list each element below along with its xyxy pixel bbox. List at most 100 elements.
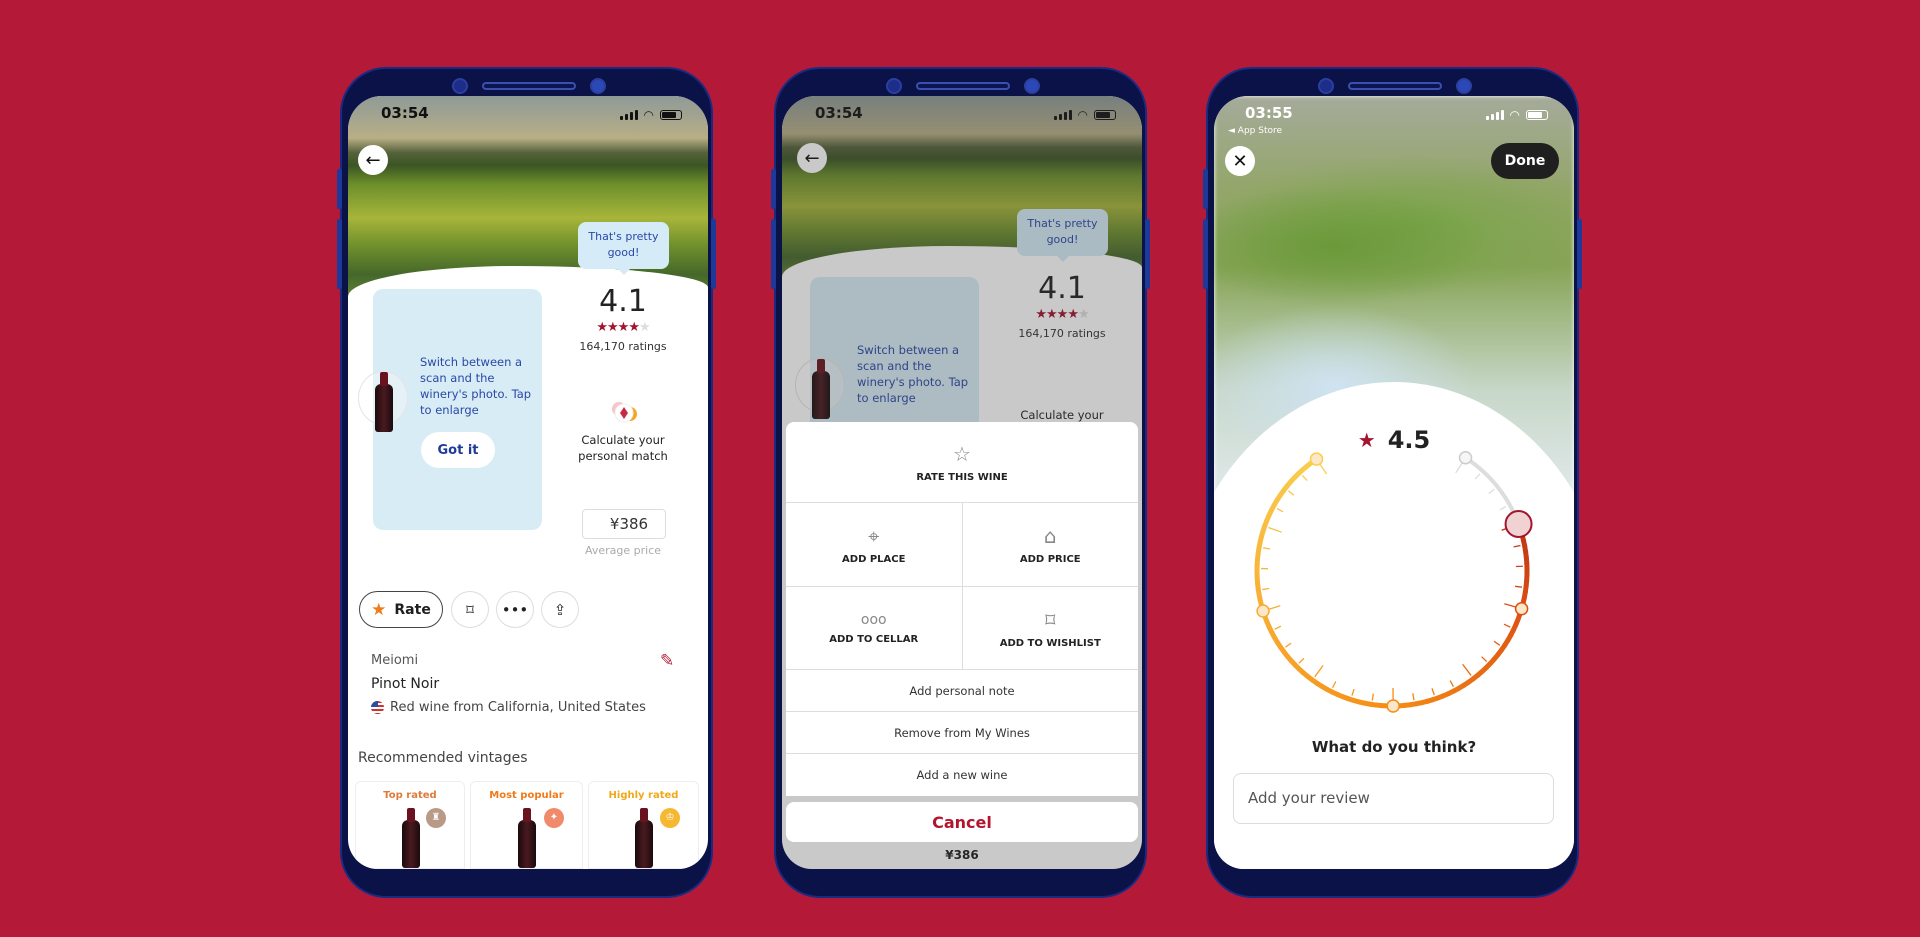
- option-label: ADD PLACE: [842, 554, 906, 565]
- option-label: ADD TO CELLAR: [829, 633, 919, 645]
- dial-tick: [1262, 587, 1270, 591]
- vineyard-hero-image[interactable]: [348, 96, 708, 306]
- share-button[interactable]: ⇪: [541, 591, 579, 628]
- dial-tick: [1287, 490, 1295, 496]
- bottle-image: [402, 808, 420, 868]
- popular-icon: ✦: [544, 808, 564, 828]
- dial-step-knob: [1514, 602, 1529, 616]
- more-icon: •••: [501, 600, 529, 619]
- signal-icon: [619, 110, 638, 120]
- price-tag: ¥386: [582, 509, 666, 539]
- remove-from-my-wines-option[interactable]: Remove from My Wines: [786, 712, 1138, 754]
- bottle-image: [375, 372, 393, 432]
- dial-tick: [1371, 693, 1374, 701]
- dial-tick: [1298, 657, 1305, 664]
- rate-this-wine-option[interactable]: ☆ RATE THIS WINE: [786, 422, 1138, 502]
- battery-icon: [660, 110, 682, 120]
- dial-tick: [1314, 665, 1324, 678]
- screen: 03:54 ◠ ← That's pretty good! 4.1 ★★★★★ …: [348, 96, 708, 869]
- rating-value: 4.5: [1387, 426, 1431, 454]
- option-label: RATE THIS WINE: [916, 471, 1008, 483]
- wine-bottle-thumbnail[interactable]: [358, 371, 408, 432]
- vintage-card-highly-rated[interactable]: Highly rated ♔: [588, 781, 699, 869]
- vintage-card-top-rated[interactable]: Top rated ♜: [355, 781, 465, 869]
- review-input[interactable]: Add your review: [1233, 773, 1554, 824]
- average-rating: 4.1: [599, 284, 647, 319]
- vintage-label: Top rated: [383, 790, 437, 801]
- phone-action-sheet: 03:54 ◠ ← That's pretty good! 4.1 ★★★★★ …: [771, 67, 1150, 898]
- wishlist-button[interactable]: ⌑: [451, 591, 489, 628]
- more-button[interactable]: •••: [496, 591, 534, 628]
- camera-icon: [452, 78, 468, 94]
- dial-tick: [1274, 625, 1282, 630]
- dial-tick: [1499, 505, 1507, 511]
- dial-step-knob: [1386, 699, 1400, 713]
- rating-tooltip: That's pretty good!: [578, 222, 669, 275]
- winery-name[interactable]: Meiomi: [371, 653, 418, 668]
- screen: 03:55 ◄ App Store ◠ ✕ Done ★ 4.5 What do …: [1214, 96, 1574, 869]
- star-icon: ★: [371, 599, 387, 620]
- dial-tick: [1276, 507, 1284, 513]
- sensor-icon: [1456, 78, 1472, 94]
- add-to-wishlist-option[interactable]: ⌑ ADD TO WISHLIST: [961, 587, 1139, 669]
- vintage-card-most-popular[interactable]: Most popular ✦: [470, 781, 583, 869]
- add-to-cellar-option[interactable]: ooo ADD TO CELLAR: [786, 587, 962, 669]
- ratings-count: 164,170 ratings: [579, 340, 667, 353]
- edit-pencil-icon[interactable]: ✎: [660, 651, 674, 671]
- add-personal-note-option[interactable]: Add personal note: [786, 670, 1138, 712]
- dial-tick: [1431, 688, 1435, 696]
- price-label: Average price: [584, 544, 662, 557]
- wifi-icon: ◠: [643, 108, 654, 122]
- screen: 03:54 ◠ ← That's pretty good! 4.1 ★★★★★ …: [782, 96, 1142, 869]
- cellar-icon: ooo: [860, 611, 887, 628]
- add-price-option[interactable]: ⌂ ADD PRICE: [961, 503, 1139, 586]
- dial-tick: [1481, 656, 1488, 663]
- bookmark-icon: ⌑: [1045, 607, 1056, 632]
- selected-rating: ★ 4.5: [1324, 426, 1464, 454]
- rating-stars: ★★★★★: [573, 320, 673, 335]
- status-icons: ◠: [619, 108, 682, 122]
- add-place-option[interactable]: ⌖ ADD PLACE: [786, 503, 962, 586]
- rate-button[interactable]: ★ Rate: [359, 591, 443, 628]
- dial-step-knob: [1309, 452, 1324, 466]
- bookmark-icon: ⌑: [466, 600, 474, 619]
- phone-rate-wine: 03:55 ◄ App Store ◠ ✕ Done ★ 4.5 What do …: [1203, 67, 1582, 898]
- personal-match-link[interactable]: Calculate your personal match: [558, 432, 688, 464]
- cancel-button[interactable]: Cancel: [786, 802, 1138, 842]
- dial-tick: [1262, 547, 1271, 550]
- dial-tick: [1301, 474, 1308, 481]
- star-empty-icon: ★: [638, 320, 651, 335]
- dial-tick: [1493, 640, 1501, 646]
- crown-icon: ♔: [660, 808, 680, 828]
- star-icon: ★: [1357, 428, 1376, 452]
- action-sheet: ☆ RATE THIS WINE ⌖ ADD PLACE ⌂ ADD PRICE ooo…: [786, 422, 1138, 796]
- share-icon: ⇪: [553, 600, 567, 619]
- sensor-icon: [1024, 78, 1040, 94]
- dial-tick: [1488, 488, 1495, 494]
- bottle-image: [635, 808, 653, 868]
- dial-tick: [1503, 623, 1511, 628]
- dial-tick: [1474, 473, 1481, 480]
- review-question: What do you think?: [1311, 738, 1477, 756]
- add-new-wine-option[interactable]: Add a new wine: [786, 754, 1138, 796]
- back-button[interactable]: ←: [358, 145, 388, 175]
- dial-tick: [1268, 526, 1282, 533]
- star-outline-icon: ☆: [953, 441, 971, 466]
- status-time: 03:54: [381, 104, 429, 122]
- got-it-button[interactable]: Got it: [421, 432, 495, 468]
- sensor-icon: [590, 78, 606, 94]
- origin-text: Red wine from California, United States: [390, 700, 646, 715]
- speaker: [1348, 82, 1442, 90]
- dial-tick: [1351, 688, 1355, 696]
- price-tag-icon: ⌂: [1043, 524, 1057, 548]
- dial-step-knob: [1256, 604, 1270, 618]
- bottle-image: [518, 808, 536, 868]
- phone-wine-detail: 03:54 ◠ ← That's pretty good! 4.1 ★★★★ ★ …: [337, 67, 716, 898]
- recommended-title: Recommended vintages: [358, 750, 528, 766]
- dial-tick: [1285, 642, 1292, 648]
- dial-handle: [1504, 509, 1533, 538]
- speaker: [916, 82, 1010, 90]
- wine-name: Pinot Noir: [371, 676, 440, 692]
- tip-text: Switch between a scan and the winery's p…: [420, 355, 532, 417]
- option-label: ADD TO WISHLIST: [999, 637, 1101, 649]
